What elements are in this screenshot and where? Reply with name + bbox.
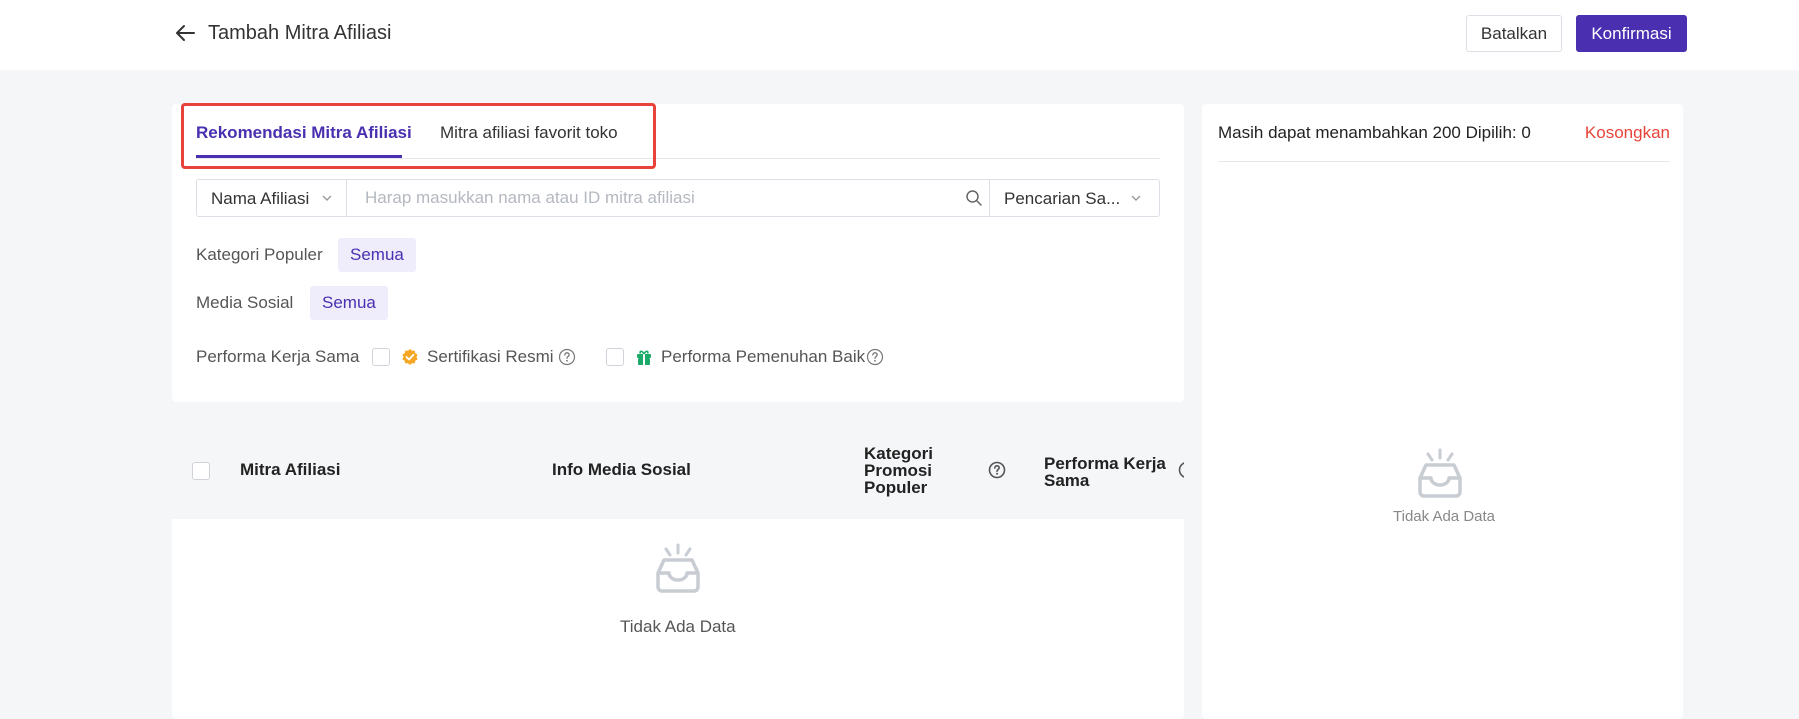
page-title: Tambah Mitra Afiliasi (208, 22, 392, 44)
popular-category-label: Kategori Populer (196, 245, 323, 264)
help-icon[interactable] (1178, 461, 1184, 479)
selection-summary: Masih dapat menambahkan 200 Dipilih: 0 (1218, 123, 1531, 142)
search-mode-select[interactable]: Pencarian Sa... (989, 180, 1159, 216)
good-fulfillment-checkbox[interactable] (606, 348, 624, 366)
arrow-left-icon[interactable] (174, 22, 196, 44)
verified-badge-icon (402, 349, 418, 365)
affiliate-table: Mitra Afiliasi Info Media Sosial Kategor… (172, 421, 1184, 719)
column-header-category[interactable]: Kategori Promosi Populer (864, 445, 964, 496)
cancel-button[interactable]: Batalkan (1466, 15, 1562, 52)
search-type-select[interactable]: Nama Afiliasi (197, 180, 347, 216)
search-type-label: Nama Afiliasi (211, 189, 310, 208)
active-tab-indicator (196, 155, 402, 158)
column-header-performance[interactable]: Performa Kerja Sama (1044, 455, 1174, 489)
selection-header: Masih dapat menambahkan 200 Dipilih: 0 K… (1218, 104, 1670, 162)
column-header-social-info[interactable]: Info Media Sosial (552, 461, 691, 478)
chevron-down-icon (1131, 195, 1141, 201)
filter-panel: Rekomendasi Mitra Afiliasi Mitra afilias… (172, 104, 1184, 402)
gift-badge-icon (637, 350, 651, 365)
top-header: Tambah Mitra Afiliasi Batalkan Konfirmas… (0, 0, 1799, 70)
tab-bar: Rekomendasi Mitra Afiliasi Mitra afilias… (196, 104, 1160, 159)
confirm-button[interactable]: Konfirmasi (1576, 15, 1687, 52)
performance-label: Performa Kerja Sama (196, 347, 360, 366)
social-media-chip-all[interactable]: Semua (310, 286, 388, 320)
table-header: Mitra Afiliasi Info Media Sosial Kategor… (172, 421, 1184, 519)
official-certification-checkbox[interactable] (372, 348, 390, 366)
social-media-label: Media Sosial (196, 293, 294, 312)
selection-empty-text: Tidak Ada Data (1393, 508, 1496, 525)
search-input[interactable] (347, 180, 989, 216)
help-icon[interactable] (866, 348, 884, 366)
empty-inbox-icon (656, 543, 700, 593)
select-all-checkbox[interactable] (192, 462, 210, 480)
help-icon[interactable] (558, 348, 576, 366)
tab-recommended-affiliates[interactable]: Rekomendasi Mitra Afiliasi (196, 121, 412, 145)
search-icon[interactable] (965, 189, 983, 207)
empty-inbox-icon (1418, 448, 1462, 498)
search-bar: Nama Afiliasi Pencarian Sa... (196, 179, 1160, 217)
tab-favorite-affiliates[interactable]: Mitra afiliasi favorit toko (440, 121, 618, 145)
good-fulfillment-label: Performa Pemenuhan Baik (661, 347, 866, 366)
official-certification-label: Sertifikasi Resmi (427, 347, 554, 366)
category-chip-all[interactable]: Semua (338, 238, 416, 272)
chevron-down-icon (322, 195, 332, 201)
column-header-affiliate[interactable]: Mitra Afiliasi (240, 461, 340, 478)
search-mode-label: Pencarian Sa... (1004, 189, 1121, 208)
help-icon[interactable] (988, 461, 1006, 479)
selected-affiliates-panel: Masih dapat menambahkan 200 Dipilih: 0 K… (1202, 104, 1683, 719)
clear-selection-link[interactable]: Kosongkan (1585, 123, 1670, 143)
table-empty-text: Tidak Ada Data (620, 617, 736, 636)
